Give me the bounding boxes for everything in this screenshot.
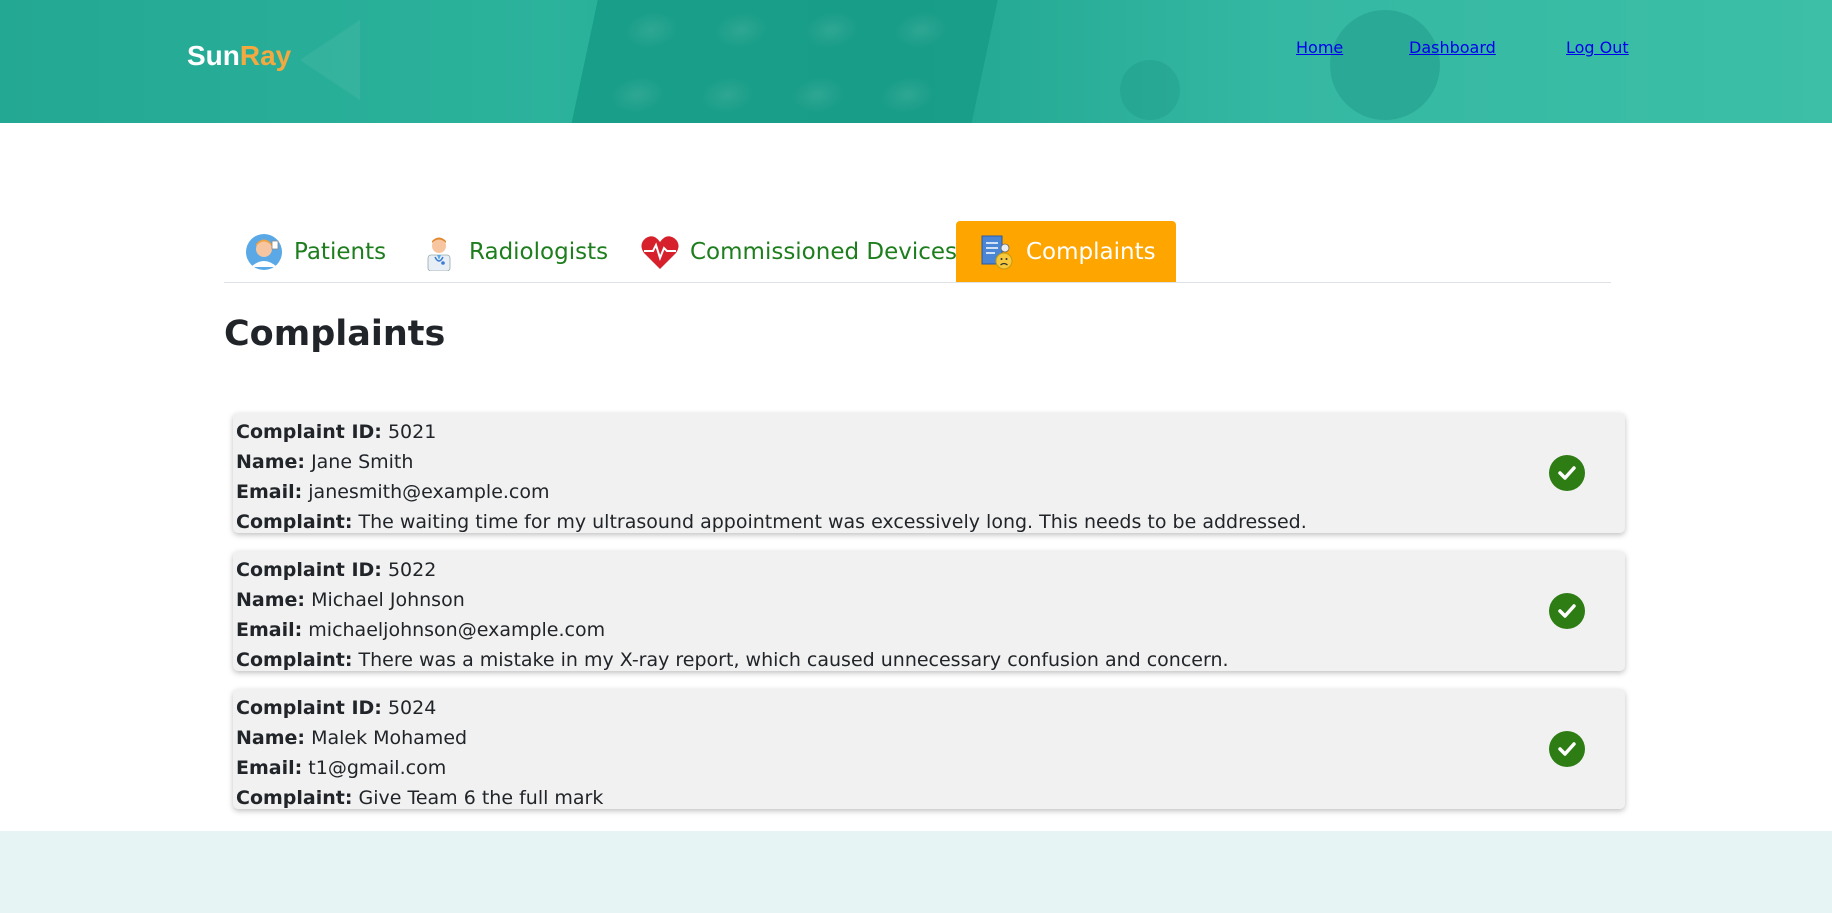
complainant-email: t1@gmail.com	[308, 757, 447, 779]
tab-label: Radiologists	[469, 238, 609, 265]
complaint-id: 5022	[387, 559, 437, 581]
field-label: Complaint ID:	[236, 421, 382, 443]
field-label: Complaint:	[236, 649, 353, 671]
complaint-id: 5024	[387, 697, 437, 719]
complainant-email: michaeljohnson@example.com	[308, 619, 606, 641]
complainant-email: janesmith@example.com	[308, 481, 550, 503]
brand-part-sun: Sun	[187, 40, 240, 71]
field-label: Email:	[236, 619, 303, 641]
resolve-check-icon[interactable]	[1549, 593, 1585, 629]
complaint-text: Give Team 6 the full mark	[358, 787, 604, 809]
complaint-text: There was a mistake in my X-ray report, …	[358, 649, 1229, 671]
field-label: Complaint:	[236, 787, 353, 809]
doctor-icon	[419, 232, 459, 272]
footer	[0, 831, 1832, 913]
field-label: Name:	[236, 589, 306, 611]
field-label: Complaint ID:	[236, 559, 382, 581]
field-label: Complaint:	[236, 511, 353, 533]
complaint-card: Complaint ID: 5021 Name: Jane Smith Emai…	[233, 413, 1625, 533]
field-label: Complaint ID:	[236, 697, 382, 719]
complaint-card: Complaint ID: 5024 Name: Malek Mohamed E…	[233, 689, 1625, 809]
complaint-card: Complaint ID: 5022 Name: Michael Johnson…	[233, 551, 1625, 671]
field-label: Email:	[236, 481, 303, 503]
tab-complaints[interactable]: Complaints	[956, 221, 1176, 282]
brand-logo[interactable]: SunRay	[187, 40, 291, 72]
complaints-list: Complaint ID: 5021 Name: Jane Smith Emai…	[233, 413, 1625, 827]
tab-label: Commissioned Devices	[690, 238, 958, 265]
tab-commissioned-devices[interactable]: Commissioned Devices	[620, 221, 977, 282]
field-label: Email:	[236, 757, 303, 779]
nav-home-link[interactable]: Home	[1296, 38, 1343, 57]
complainant-name: Malek Mohamed	[311, 727, 468, 749]
complainant-name: Michael Johnson	[311, 589, 465, 611]
heart-pulse-icon	[640, 232, 680, 272]
field-label: Name:	[236, 451, 306, 473]
complainant-name: Jane Smith	[311, 451, 414, 473]
patient-icon	[244, 232, 284, 272]
resolve-check-icon[interactable]	[1549, 731, 1585, 767]
complaint-report-icon	[976, 232, 1016, 272]
resolve-check-icon[interactable]	[1549, 455, 1585, 491]
complaint-text: The waiting time for my ultrasound appoi…	[358, 511, 1307, 533]
field-label: Name:	[236, 727, 306, 749]
complaint-id: 5021	[387, 421, 437, 443]
header-decoration	[1330, 10, 1440, 120]
section-tabs: Patients Radiologists Commissioned Devic…	[224, 221, 1611, 283]
nav-dashboard-link[interactable]: Dashboard	[1409, 38, 1496, 57]
brand-part-ray: Ray	[239, 40, 292, 71]
page-title: Complaints	[224, 314, 446, 354]
nav-logout-link[interactable]: Log Out	[1566, 38, 1629, 57]
tab-label: Complaints	[1026, 238, 1156, 265]
header-bar: SunRay Home Dashboard Log Out	[0, 0, 1832, 123]
header-decoration	[1120, 60, 1180, 120]
tab-patients[interactable]: Patients	[224, 221, 406, 282]
tab-radiologists[interactable]: Radiologists	[399, 221, 628, 282]
header-decoration	[300, 20, 360, 100]
header-xray-background	[570, 0, 1000, 123]
tab-label: Patients	[294, 238, 387, 265]
